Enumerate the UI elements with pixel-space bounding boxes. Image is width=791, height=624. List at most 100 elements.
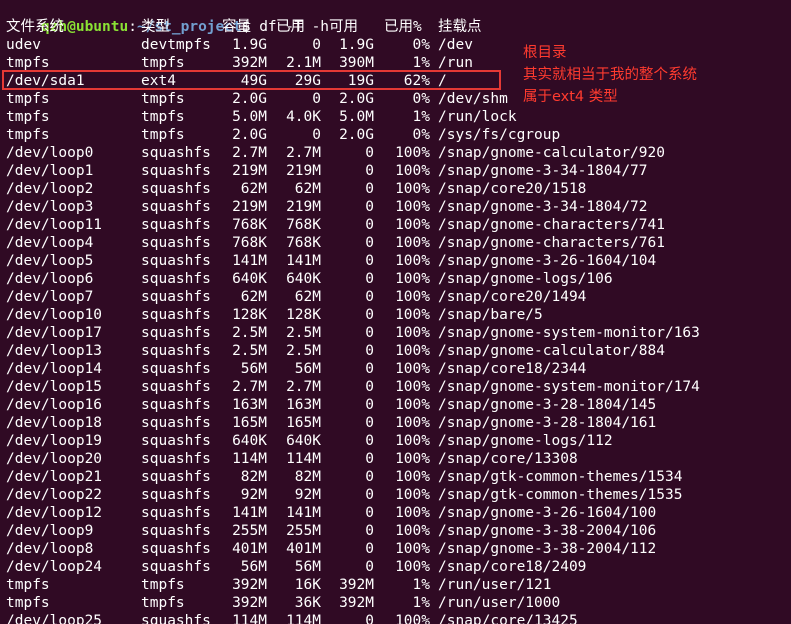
cell-type: squashfs [141, 343, 211, 359]
cell-used: 163M [286, 397, 321, 413]
cell-avail: 392M [339, 595, 374, 611]
cell-avail: 0 [365, 325, 374, 341]
table-row: tmpfs tmpfs 392M 36K 392M 1% /run/user/1000 [6, 594, 786, 612]
cell-avail: 0 [365, 541, 374, 557]
cell-use-pct: 100% [395, 433, 430, 449]
cell-used: 219M [286, 163, 321, 179]
cell-filesystem: /dev/loop15 [6, 379, 103, 395]
cell-avail: 0 [365, 163, 374, 179]
cell-avail: 2.0G [339, 127, 374, 143]
cell-size: 92M [240, 487, 267, 503]
cell-mounted-on: /snap/gnome-3-28-1804/145 [438, 397, 657, 413]
cell-used: 255M [286, 523, 321, 539]
header-avail: 可用 [329, 19, 358, 35]
cell-filesystem: tmpfs [6, 595, 50, 611]
cell-avail: 0 [365, 307, 374, 323]
cell-use-pct: 1% [412, 595, 430, 611]
cell-used: 401M [286, 541, 321, 557]
cell-filesystem: /dev/loop14 [6, 361, 103, 377]
cell-avail: 0 [365, 415, 374, 431]
cell-used: 114M [286, 613, 321, 624]
cell-use-pct: 100% [395, 541, 430, 557]
cell-mounted-on: /snap/gtk-common-themes/1534 [438, 469, 683, 485]
cell-type: squashfs [141, 613, 211, 624]
cell-type: tmpfs [141, 91, 185, 107]
table-row: /dev/loop18 squashfs 165M 165M 0 100% /snap/gn… [6, 414, 786, 432]
cell-use-pct: 1% [412, 109, 430, 125]
cell-size: 392M [232, 595, 267, 611]
cell-size: 2.5M [232, 343, 267, 359]
cell-use-pct: 100% [395, 451, 430, 467]
cell-filesystem: /dev/loop18 [6, 415, 103, 431]
cell-avail: 1.9G [339, 37, 374, 53]
cell-size: 2.0G [232, 91, 267, 107]
cell-use-pct: 100% [395, 559, 430, 575]
cell-size: 219M [232, 163, 267, 179]
cell-used: 219M [286, 199, 321, 215]
cell-type: squashfs [141, 451, 211, 467]
cell-filesystem: tmpfs [6, 577, 50, 593]
cell-used: 640K [286, 433, 321, 449]
cell-use-pct: 100% [395, 379, 430, 395]
cell-type: squashfs [141, 235, 211, 251]
cell-use-pct: 100% [395, 487, 430, 503]
table-row: /dev/loop7 squashfs 62M 62M 0 100% /snap/core2… [6, 288, 786, 306]
cell-filesystem: /dev/loop22 [6, 487, 103, 503]
table-row: /dev/loop2 squashfs 62M 62M 0 100% /snap/core2… [6, 180, 786, 198]
cell-avail: 0 [365, 343, 374, 359]
cell-filesystem: tmpfs [6, 127, 50, 143]
cell-mounted-on: /dev [438, 37, 473, 53]
cell-filesystem: /dev/loop4 [6, 235, 94, 251]
cell-used: 62M [294, 289, 321, 305]
cell-type: squashfs [141, 163, 211, 179]
table-row: /dev/loop25 squashfs 114M 114M 0 100% /snap/co… [6, 612, 786, 624]
cell-use-pct: 100% [395, 397, 430, 413]
cell-used: 141M [286, 505, 321, 521]
cell-size: 2.7M [232, 379, 267, 395]
cell-used: 56M [294, 361, 321, 377]
cell-type: tmpfs [141, 127, 185, 143]
cell-mounted-on: /snap/core20/1518 [438, 181, 587, 197]
cell-use-pct: 100% [395, 181, 430, 197]
cell-use-pct: 100% [395, 361, 430, 377]
cell-type: squashfs [141, 541, 211, 557]
annotation-line: 其实就相当于我的整个系统 [523, 67, 697, 83]
table-row: /dev/loop4 squashfs 768K 768K 0 100% /snap/gno… [6, 234, 786, 252]
table-row: /dev/loop5 squashfs 141M 141M 0 100% /snap/gno… [6, 252, 786, 270]
cell-type: squashfs [141, 325, 211, 341]
cell-avail: 0 [365, 289, 374, 305]
table-row: /dev/loop8 squashfs 401M 401M 0 100% /snap/gno… [6, 540, 786, 558]
cell-mounted-on: /snap/gnome-system-monitor/174 [438, 379, 700, 395]
cell-filesystem: /dev/loop11 [6, 217, 103, 233]
table-row: /dev/loop0 squashfs 2.7M 2.7M 0 100% /snap/gno… [6, 144, 786, 162]
terminal-window[interactable]: qzh@ubuntu:~/st_project$ df -T -h 文件系统 类… [0, 0, 791, 624]
cell-used: 0 [312, 37, 321, 53]
cell-used: 114M [286, 451, 321, 467]
cell-used: 0 [312, 127, 321, 143]
cell-type: tmpfs [141, 109, 185, 125]
cell-filesystem: /dev/loop0 [6, 145, 94, 161]
cell-size: 768K [232, 235, 267, 251]
cell-mounted-on: /snap/gnome-characters/741 [438, 217, 665, 233]
table-row: /dev/loop9 squashfs 255M 255M 0 100% /snap/gno… [6, 522, 786, 540]
table-row: /dev/loop17 squashfs 2.5M 2.5M 0 100% /snap/gn… [6, 324, 786, 342]
cell-used: 141M [286, 253, 321, 269]
cell-filesystem: /dev/loop9 [6, 523, 94, 539]
header-type: 类型 [141, 19, 170, 35]
cell-type: squashfs [141, 253, 211, 269]
cell-used: 640K [286, 271, 321, 287]
cell-use-pct: 100% [395, 145, 430, 161]
cell-filesystem: /dev/loop10 [6, 307, 103, 323]
cell-mounted-on: /snap/gnome-3-34-1804/77 [438, 163, 648, 179]
cell-filesystem: /dev/loop1 [6, 163, 94, 179]
cell-avail: 0 [365, 199, 374, 215]
cell-type: squashfs [141, 181, 211, 197]
cell-type: squashfs [141, 361, 211, 377]
table-row: /dev/loop6 squashfs 640K 640K 0 100% /snap/gno… [6, 270, 786, 288]
header-filesystem: 文件系统 [6, 19, 64, 35]
cell-avail: 0 [365, 271, 374, 287]
cell-mounted-on: /snap/gnome-3-38-2004/112 [438, 541, 657, 557]
cell-size: 56M [240, 559, 267, 575]
cell-type: squashfs [141, 505, 211, 521]
cell-filesystem: /dev/loop6 [6, 271, 94, 287]
